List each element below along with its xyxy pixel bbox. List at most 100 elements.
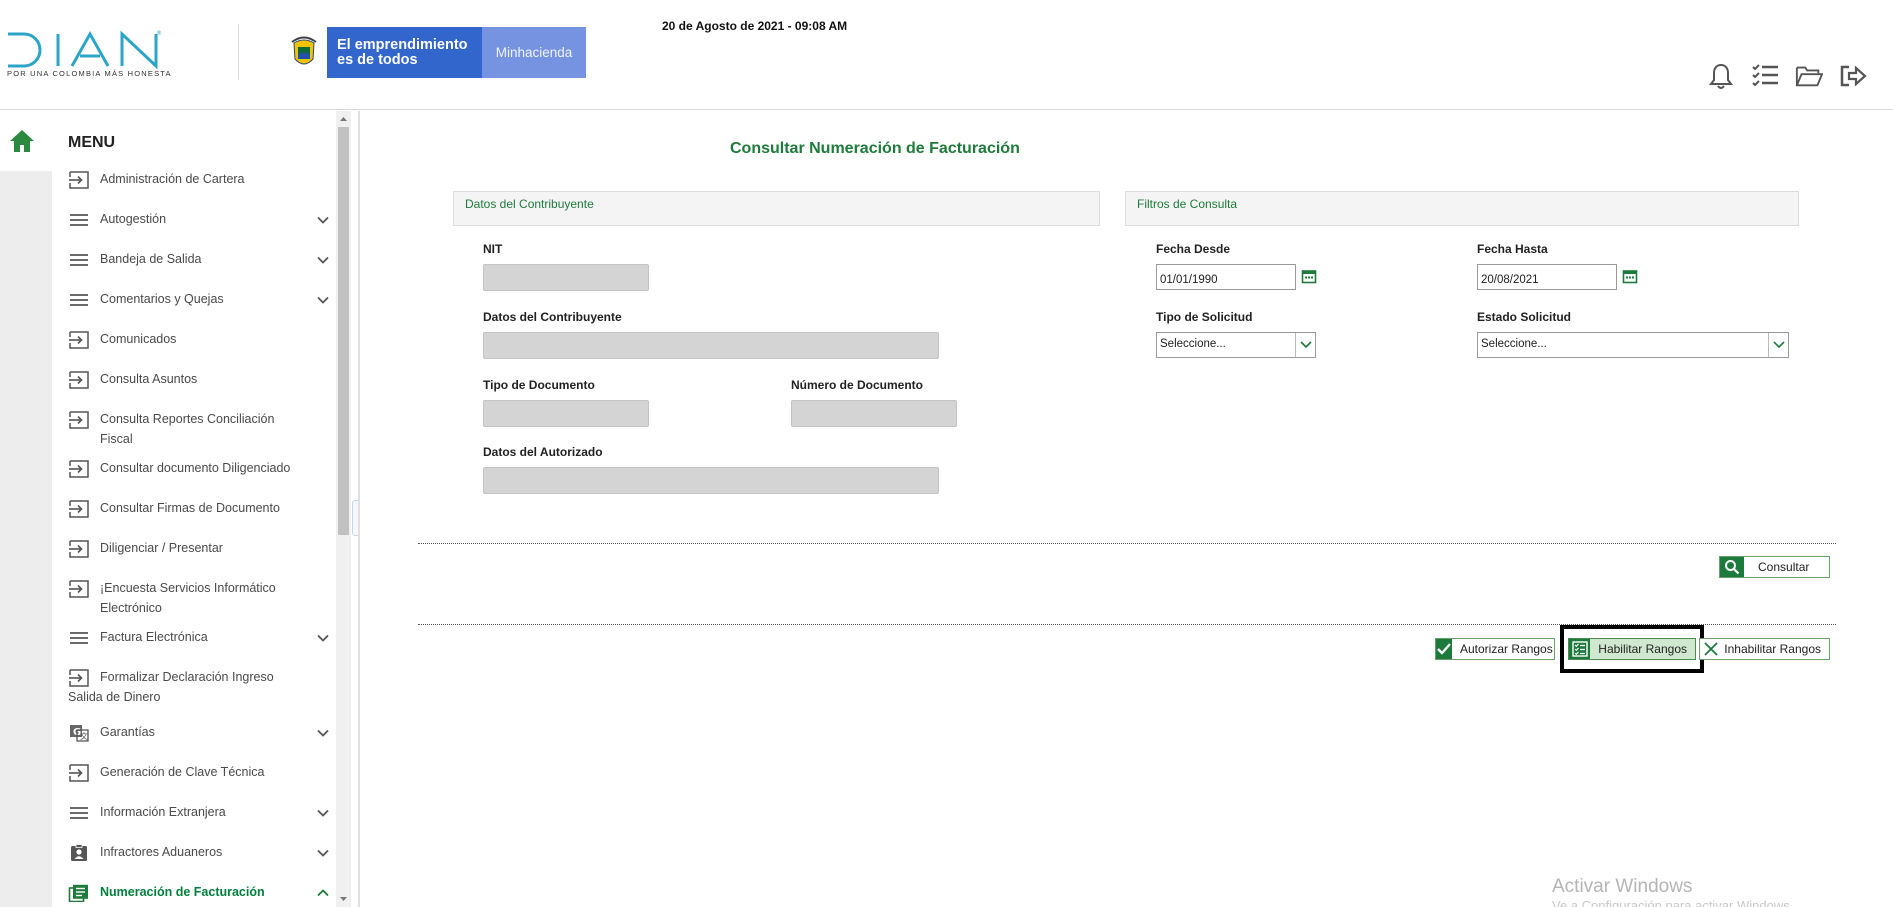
enter-icon [68,764,90,782]
tipo-solicitud-label: Tipo de Solicitud [1156,310,1253,324]
numero-documento-label: Número de Documento [791,378,924,392]
enter-icon [68,580,90,598]
sidebar-item-label: Comunicados [100,332,177,346]
sidebar-item[interactable]: Numeración de Facturación [52,873,336,907]
sidebar-item-label: Consulta Reportes Conciliación Fiscal [100,412,275,446]
sidebar-item[interactable]: ¡Encuesta Servicios Informático Electrón… [52,569,336,618]
menu-title: MENU [68,134,116,151]
sidebar-item-label: Consultar Firmas de Documento [100,501,280,515]
sidebar-item[interactable]: Consultar documento Diligenciado [52,449,336,489]
habilitar-rangos-button[interactable]: Habilitar Rangos [1568,638,1696,660]
sidebar-item[interactable]: Infractores Aduaneros [52,833,336,873]
sidebar-item[interactable]: Comunicados [52,320,336,360]
svg-text:®: ® [156,30,162,37]
sidebar-item-label: Generación de Clave Técnica [100,765,265,779]
autorizar-rangos-button[interactable]: Autorizar Rangos [1435,638,1555,660]
sidebar-item-label: Consulta Asuntos [100,372,198,386]
sidebar-item[interactable]: Factura Electrónica [52,618,336,658]
sidebar-item[interactable]: G 文 Garantías [52,713,336,753]
chevron-down-icon [1295,333,1315,357]
chevron-down-icon[interactable] [316,806,330,820]
fecha-hasta-input[interactable] [1477,264,1617,290]
consultar-label: Consultar [1758,560,1810,574]
section-filtros: Filtros de Consulta [1125,191,1799,226]
sidebar-item[interactable]: Bandeja de Salida [52,240,336,280]
sidebar-item-label: Garantías [100,725,155,739]
dian-logo[interactable]: ® POR UNA COLOMBIA MÁS HONESTA [6,28,206,80]
inhabilitar-rangos-button[interactable]: Inhabilitar Rangos [1699,638,1830,660]
datos-autorizado-field [483,467,939,494]
bell-icon[interactable] [1707,62,1735,90]
windows-activation-subtitle: Ve a Configuración para activar Windows. [1552,898,1794,907]
chevron-up-icon[interactable] [316,886,330,900]
estado-solicitud-select[interactable]: Seleccione... [1477,332,1789,358]
menu-list: Administración de Cartera Autogestión Band… [52,160,336,907]
calendar-icon[interactable] [1622,268,1638,284]
fecha-desde-input[interactable] [1156,264,1296,290]
chevron-down-icon[interactable] [316,293,330,307]
sidebar-item[interactable]: Diligenciar / Presentar [52,529,336,569]
sidebar-item[interactable]: Consulta Asuntos [52,360,336,400]
consultar-button[interactable]: Consultar [1719,556,1830,578]
scroll-down-icon[interactable] [339,894,348,904]
tipo-solicitud-select[interactable]: Seleccione... [1156,332,1316,358]
sidebar-item[interactable]: Información Extranjera [52,793,336,833]
checkmark-icon [1436,639,1452,659]
menu-lines-icon [68,291,90,309]
chevron-down-icon[interactable] [316,253,330,267]
home-column [0,111,52,171]
scroll-up-icon[interactable] [339,114,348,124]
numero-documento-field [791,400,957,427]
sidebar-item[interactable]: Consulta Reportes Conciliación Fiscal [52,400,336,449]
datos-contribuyente-label: Datos del Contribuyente [483,310,622,324]
sidebar-item-label: Bandeja de Salida [100,252,202,266]
sidebar-item[interactable]: Generación de Clave Técnica [52,753,336,793]
page: ® POR UNA COLOMBIA MÁS HONESTA El empren… [0,0,1893,907]
logout-icon[interactable] [1839,62,1867,90]
fecha-hasta-label: Fecha Hasta [1477,242,1548,256]
nit-label: NIT [483,242,503,256]
home-icon[interactable] [8,128,36,154]
windows-activation-title: Activar Windows [1552,876,1693,897]
enter-icon [68,411,90,429]
sidebar-scrollbar[interactable] [336,111,351,907]
estado-solicitud-value: Seleccione... [1481,338,1547,350]
datos-autorizado-label: Datos del Autorizado [483,445,603,459]
inhabilitar-rangos-label: Inhabilitar Rangos [1724,642,1821,656]
sidebar-item[interactable]: Administración de Cartera [52,160,336,200]
search-icon [1720,557,1744,577]
sidebar-item[interactable]: Comentarios y Quejas [52,280,336,320]
chevron-down-icon[interactable] [316,846,330,860]
task-list-icon[interactable] [1751,62,1779,90]
sidebar-item-label: Consultar documento Diligenciado [100,461,291,475]
menu-lines-icon [68,251,90,269]
sidebar: MENU Administración de Cartera Autogestió… [52,111,336,907]
checklist-icon [1569,639,1591,659]
scroll-thumb[interactable] [338,127,349,535]
sidebar-item-label: Diligenciar / Presentar [100,541,223,555]
chevron-down-icon[interactable] [316,631,330,645]
chevron-down-icon[interactable] [316,726,330,740]
enter-icon [68,500,90,518]
header: ® POR UNA COLOMBIA MÁS HONESTA El empren… [0,0,1893,110]
datos-contribuyente-field [483,332,939,359]
badge-icon [68,844,90,862]
page-title: Consultar Numeración de Facturación [730,140,1020,157]
enter-icon [68,460,90,478]
menu-lines-icon [68,804,90,822]
calendar-icon[interactable] [1301,268,1317,284]
folder-open-icon[interactable] [1795,62,1823,90]
sidebar-item-label: Infractores Aduaneros [100,845,223,859]
tipo-documento-label: Tipo de Documento [483,378,595,392]
enter-icon [68,540,90,558]
nit-field [483,264,649,291]
enter-icon [68,371,90,389]
sidebar-item[interactable]: Consultar Firmas de Documento [52,489,336,529]
document-list-icon [68,884,90,903]
chevron-down-icon[interactable] [316,213,330,227]
estado-solicitud-label: Estado Solicitud [1477,310,1572,324]
sidebar-item-label: ¡Encuesta Servicios Informático Electrón… [100,581,276,615]
sidebar-item[interactable]: Formalizar Declaración Ingreso Salida de… [52,658,336,713]
sidebar-item[interactable]: Autogestión [52,200,336,240]
habilitar-rangos-label: Habilitar Rangos [1598,642,1687,656]
